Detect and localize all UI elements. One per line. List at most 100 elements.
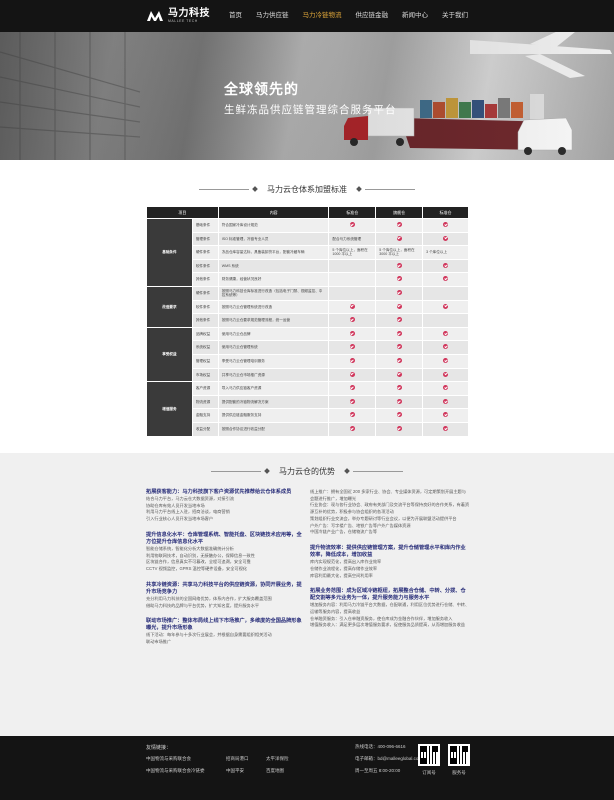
advantages-right-column: 线上推广：拥有全国近 200 多家行业、协会、专业媒体资源，可定期策划开展主题与… <box>310 489 470 638</box>
check-icon <box>443 385 449 391</box>
advantage-title: 提升物流效率：提供供应链管理方案，提升仓储管理水平和库内作业效率，降低成本，增加… <box>310 545 466 559</box>
tier-3-cell: 3 个库位以上 <box>422 245 469 260</box>
tier-1-cell <box>328 218 377 233</box>
working-hours: 周一至周五 8:00-20:00 <box>355 768 401 773</box>
divider <box>199 188 249 190</box>
divider <box>365 188 415 190</box>
row-item: 其他条件 <box>191 313 219 328</box>
friend-link[interactable]: 中国物流与采购联合会 <box>146 756 191 762</box>
row-content: 按照合作协议进行收益分配 <box>217 421 330 437</box>
advantages-left-column: 拓展获客能力：马力科技旗下客户资源优先推荐给云仓体系成员 结合马力平台，马力云仓大… <box>146 489 306 655</box>
check-icon <box>396 385 402 391</box>
nav-supply-chain[interactable]: 马力供应链 <box>249 0 296 32</box>
nav-news[interactable]: 新闻中心 <box>395 0 435 32</box>
tier-2-cell <box>375 231 424 247</box>
check-icon <box>396 303 402 309</box>
tier-3-cell <box>422 313 469 328</box>
row-content: 使用马力云仓管理系统 <box>217 340 330 355</box>
advantage-line: 仓储作业流程化，提高存储作业效率 <box>310 565 378 571</box>
nav-finance[interactable]: 供应链金融 <box>349 0 396 32</box>
friend-link[interactable]: 百度地图 <box>266 768 284 774</box>
advantage-title: 联动市场推广：整体布局线上线下市场推广，多维度的全国品牌形象曝光，提升市场形象 <box>146 618 302 632</box>
qr-code-subscription <box>418 744 440 766</box>
nav-cold-chain[interactable]: 马力冷链物流 <box>296 0 349 32</box>
check-icon <box>349 425 355 431</box>
hero-overlay <box>0 32 614 160</box>
row-item: 硬件条件 <box>191 285 219 301</box>
check-icon <box>396 276 402 282</box>
check-icon <box>349 330 355 336</box>
tier-2-cell <box>375 394 424 410</box>
friend-link[interactable]: 中国物流与采购联合会冷链委 <box>146 768 205 774</box>
table-row: 金融支持 提供供应链金融服务支持 <box>147 408 469 423</box>
advantage-line: 库容利用最大化，提高空间利用率 <box>310 572 373 578</box>
site-footer: 友情链接： 中国物流与采购联合会 招商局港口 太平洋保险 中国物流与采购联合会冷… <box>0 736 614 800</box>
tier-1-cell <box>328 353 377 369</box>
row-item: 系统权益 <box>191 340 219 355</box>
row-content: 符合国家冷库设计规范 <box>217 218 330 233</box>
nav-home[interactable]: 首页 <box>222 0 249 32</box>
tier-3-cell <box>422 367 469 383</box>
tier-1-cell <box>328 285 377 301</box>
tier-1-cell <box>328 258 377 274</box>
check-icon <box>396 222 402 228</box>
advantages-section <box>0 453 614 736</box>
tier-3-cell <box>422 218 469 233</box>
tier-1-cell <box>328 394 377 410</box>
tier-2-cell <box>375 408 424 423</box>
check-icon <box>443 235 449 241</box>
advantage-block: 提升信息化水平：仓库管理系统、智能托盘、区块链技术应用等，全方位提升仓库信息化水… <box>146 532 306 573</box>
tier-1-cell <box>328 408 377 423</box>
advantage-block: 提升物流效率：提供供应链管理方案，提升仓储管理水平和库内作业效率，降低成本，增加… <box>310 545 470 579</box>
advantage-title: 拓展业务范围：成为区域冷链枢纽，拓展整合仓储、中转、分拨、仓配交割等多元业务为一… <box>310 588 466 602</box>
table-row: 管理条件 ISO 标准管理，冷链专业人员 配合马力系统管理 <box>147 231 469 247</box>
diamond-icon <box>264 468 270 474</box>
row-group-label: 基础条件 <box>146 218 193 287</box>
check-icon <box>443 371 449 377</box>
row-item: 管理权益 <box>191 353 219 369</box>
check-icon <box>443 425 449 431</box>
tier-3-cell <box>422 353 469 369</box>
logo[interactable]: 马力科技 MALLEE TECH <box>146 8 210 24</box>
table-row: 管理权益 享受马力云仓管理培训服务 <box>147 353 469 369</box>
friend-link[interactable]: 中国平安 <box>226 768 244 774</box>
row-content: 享受马力云仓管理培训服务 <box>217 353 330 369</box>
advantage-block: 联动市场推广：整体布局线上线下市场推广，多维度的全国品牌形象曝光，提升市场形象线… <box>146 618 306 645</box>
row-content: 提供供应链金融服务支持 <box>217 408 330 423</box>
tier-2-cell <box>375 381 424 396</box>
check-icon <box>349 344 355 350</box>
hero-subtitle: 生鲜冻品供应链管理综合服务平台 <box>224 104 397 116</box>
check-icon <box>349 398 355 404</box>
email[interactable]: 电子邮箱：bd@malleeglobal.com <box>355 756 422 762</box>
row-item: 客户资源 <box>191 381 219 396</box>
check-icon <box>396 317 402 323</box>
table-row: 软件条件 按照马力云仓管理系统进行改造 <box>147 299 469 315</box>
advantage-line: 联动市场推广 <box>146 639 172 645</box>
tier-1-cell <box>328 367 377 383</box>
check-icon <box>443 357 449 363</box>
row-item: 软件条件 <box>191 258 219 274</box>
row-content: 按照马力科技仓库标准进行改造（包括电子门禁、视频监控、中控系统等） <box>217 285 330 301</box>
advantage-line: 引入行业核心人员开发当地市场客户 <box>146 516 214 522</box>
divider <box>211 470 261 472</box>
check-icon <box>443 412 449 418</box>
hotline: 热线电话：400-096-6616 <box>355 744 406 749</box>
diamond-icon <box>356 186 362 192</box>
tier-1-cell: 配合马力系统管理 <box>328 231 377 247</box>
advantage-line: CCTV 视频监控，GPRS 温控等硬件设备，安全可视化 <box>146 566 247 572</box>
tier-2-cell <box>375 353 424 369</box>
section-heading: 马力云仓体系加盟标准 <box>267 184 347 194</box>
tier-3-cell <box>422 272 469 287</box>
tier-1-cell <box>328 326 377 342</box>
check-icon <box>443 330 449 336</box>
check-icon <box>349 412 355 418</box>
friend-link[interactable]: 太平洋保险 <box>266 756 289 762</box>
row-item: 市场权益 <box>191 367 219 383</box>
diamond-icon <box>344 468 350 474</box>
nav-about[interactable]: 关于我们 <box>435 0 475 32</box>
advantage-line: 充分利用马力科技的全国网络优势，体系内合作，扩大服务覆盖范围 <box>146 595 272 601</box>
tier-2-cell <box>375 258 424 274</box>
check-icon <box>443 222 449 228</box>
friend-link[interactable]: 招商局港口 <box>226 756 249 762</box>
tier-2-cell: 5 个库位以上，面积在 3000 平以上 <box>375 245 424 260</box>
